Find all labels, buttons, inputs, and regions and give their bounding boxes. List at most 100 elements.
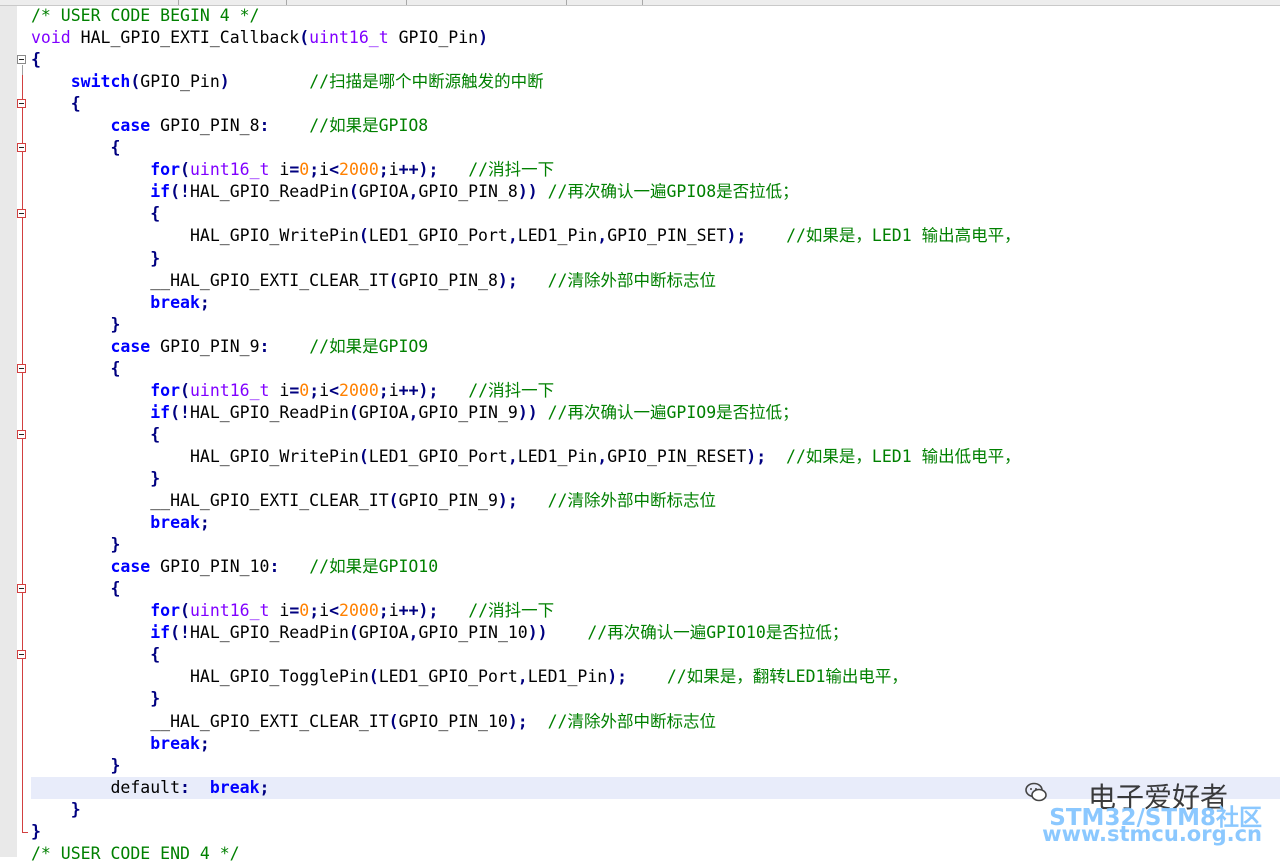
code-line[interactable]: /* USER CODE END 4 */ [31, 843, 1280, 865]
code-token: ) [478, 28, 488, 48]
fold-toggle-icon[interactable] [17, 429, 26, 439]
code-token: 0 [299, 160, 310, 180]
code-line[interactable]: case GPIO_PIN_10: //如果是GPIO10 [31, 556, 1280, 578]
code-line[interactable]: { [31, 93, 1280, 115]
code-line[interactable]: } [31, 755, 1280, 777]
code-token: GPIO_PIN_8 [150, 116, 260, 136]
fold-toggle-icon[interactable] [17, 650, 26, 660]
code-token: __HAL_GPIO_EXTI_CLEAR_IT [150, 270, 389, 290]
code-line[interactable]: case GPIO_PIN_9: //如果是GPIO9 [31, 336, 1280, 358]
fold-toggle-icon[interactable] [17, 55, 26, 65]
code-line[interactable]: { [31, 644, 1280, 666]
code-line[interactable]: void HAL_GPIO_EXTI_Callback(uint16_t GPI… [31, 27, 1280, 49]
code-line[interactable]: if(!HAL_GPIO_ReadPin(GPIOA,GPIO_PIN_8)) … [31, 181, 1280, 203]
code-token: } [150, 689, 161, 709]
code-line[interactable]: if(!HAL_GPIO_ReadPin(GPIOA,GPIO_PIN_10))… [31, 622, 1280, 644]
fold-toggle-icon[interactable] [17, 99, 26, 109]
code-token: ) [219, 72, 230, 92]
code-keyword: break [150, 292, 200, 312]
code-token: ); [497, 491, 518, 511]
code-line[interactable]: { [31, 578, 1280, 600]
fold-toggle-icon[interactable] [17, 143, 26, 153]
code-line[interactable]: { [31, 424, 1280, 446]
code-token: GPIO_PIN_10 [418, 623, 528, 643]
code-line[interactable]: HAL_GPIO_TogglePin(LED1_GPIO_Port,LED1_P… [31, 666, 1280, 688]
code-line[interactable]: } [31, 534, 1280, 556]
code-token: ( [358, 446, 369, 466]
code-line[interactable]: for(uint16_t i=0;i<2000;i++); //消抖一下 [31, 380, 1280, 402]
code-line[interactable]: } [31, 468, 1280, 490]
code-token: , [597, 446, 608, 466]
code-token: GPIO_PIN_9 [398, 491, 498, 511]
code-line[interactable]: if(!HAL_GPIO_ReadPin(GPIOA,GPIO_PIN_9)) … [31, 402, 1280, 424]
fold-toggle-icon[interactable] [17, 209, 26, 219]
code-line[interactable]: break; [31, 292, 1280, 314]
code-line[interactable]: } [31, 799, 1280, 821]
code-line[interactable]: } [31, 821, 1280, 843]
code-line[interactable]: { [31, 137, 1280, 159]
code-line[interactable]: } [31, 688, 1280, 710]
code-token: < [329, 380, 340, 400]
code-token: } [31, 821, 41, 841]
code-line[interactable]: HAL_GPIO_WritePin(LED1_GPIO_Port,LED1_Pi… [31, 225, 1280, 247]
code-comment: //如果是，LED1 输出高电平， [786, 226, 1021, 246]
fold-toggle-icon[interactable] [17, 584, 26, 594]
fold-toggle-icon[interactable] [17, 363, 26, 373]
code-line[interactable]: { [31, 49, 1280, 71]
code-keyword: for [150, 601, 181, 621]
code-token: , [507, 446, 518, 466]
code-token: HAL_GPIO_ReadPin [189, 402, 349, 422]
code-token: } [150, 248, 161, 268]
code-token: GPIO_PIN_8 [398, 270, 498, 290]
code-line[interactable]: __HAL_GPIO_EXTI_CLEAR_IT(GPIO_PIN_9); //… [31, 490, 1280, 512]
code-line[interactable]: break; [31, 733, 1280, 755]
code-line[interactable]: for(uint16_t i=0;i<2000;i++); //消抖一下 [31, 159, 1280, 181]
code-keyword: case [110, 557, 151, 577]
code-token: ++); [398, 601, 439, 621]
code-line[interactable]: } [31, 314, 1280, 336]
code-line[interactable]: } [31, 248, 1280, 270]
code-editor[interactable]: /* USER CODE BEGIN 4 */ void HAL_GPIO_EXT… [31, 5, 1280, 865]
code-token: GPIO_PIN_9 [418, 402, 518, 422]
code-line[interactable]: __HAL_GPIO_EXTI_CLEAR_IT(GPIO_PIN_8); //… [31, 270, 1280, 292]
code-line[interactable]: { [31, 358, 1280, 380]
code-line[interactable]: for(uint16_t i=0;i<2000;i++); //消抖一下 [31, 600, 1280, 622]
code-line[interactable]: break; [31, 512, 1280, 534]
code-line[interactable]: case GPIO_PIN_8: //如果是GPIO8 [31, 115, 1280, 137]
code-token: ); [746, 446, 767, 466]
code-line[interactable]: default: break; [31, 776, 1280, 799]
code-token: LED1_GPIO_Port [368, 226, 508, 246]
code-comment: //如果是，LED1 输出低电平， [786, 446, 1021, 466]
code-token: GPIO_PIN_10 [398, 711, 508, 731]
code-token: (! [170, 182, 190, 202]
code-token: HAL_GPIO_ReadPin [189, 623, 349, 643]
code-line[interactable]: switch(GPIO_Pin) //扫描是哪个中断源触发的中断 [31, 71, 1280, 93]
code-line[interactable]: /* USER CODE BEGIN 4 */ [31, 5, 1280, 27]
line-number-gutter[interactable] [0, 6, 18, 857]
code-token: )) [527, 623, 548, 643]
code-token: HAL_GPIO_ReadPin [189, 182, 349, 202]
code-token: ; [199, 513, 210, 533]
code-token: { [110, 358, 121, 378]
code-comment: //清除外部中断标志位 [547, 711, 716, 731]
code-token: ( [180, 160, 190, 180]
code-line[interactable]: HAL_GPIO_WritePin(LED1_GPIO_Port,LED1_Pi… [31, 446, 1280, 468]
code-line[interactable]: __HAL_GPIO_EXTI_CLEAR_IT(GPIO_PIN_10); /… [31, 711, 1280, 733]
code-line[interactable]: { [31, 203, 1280, 225]
